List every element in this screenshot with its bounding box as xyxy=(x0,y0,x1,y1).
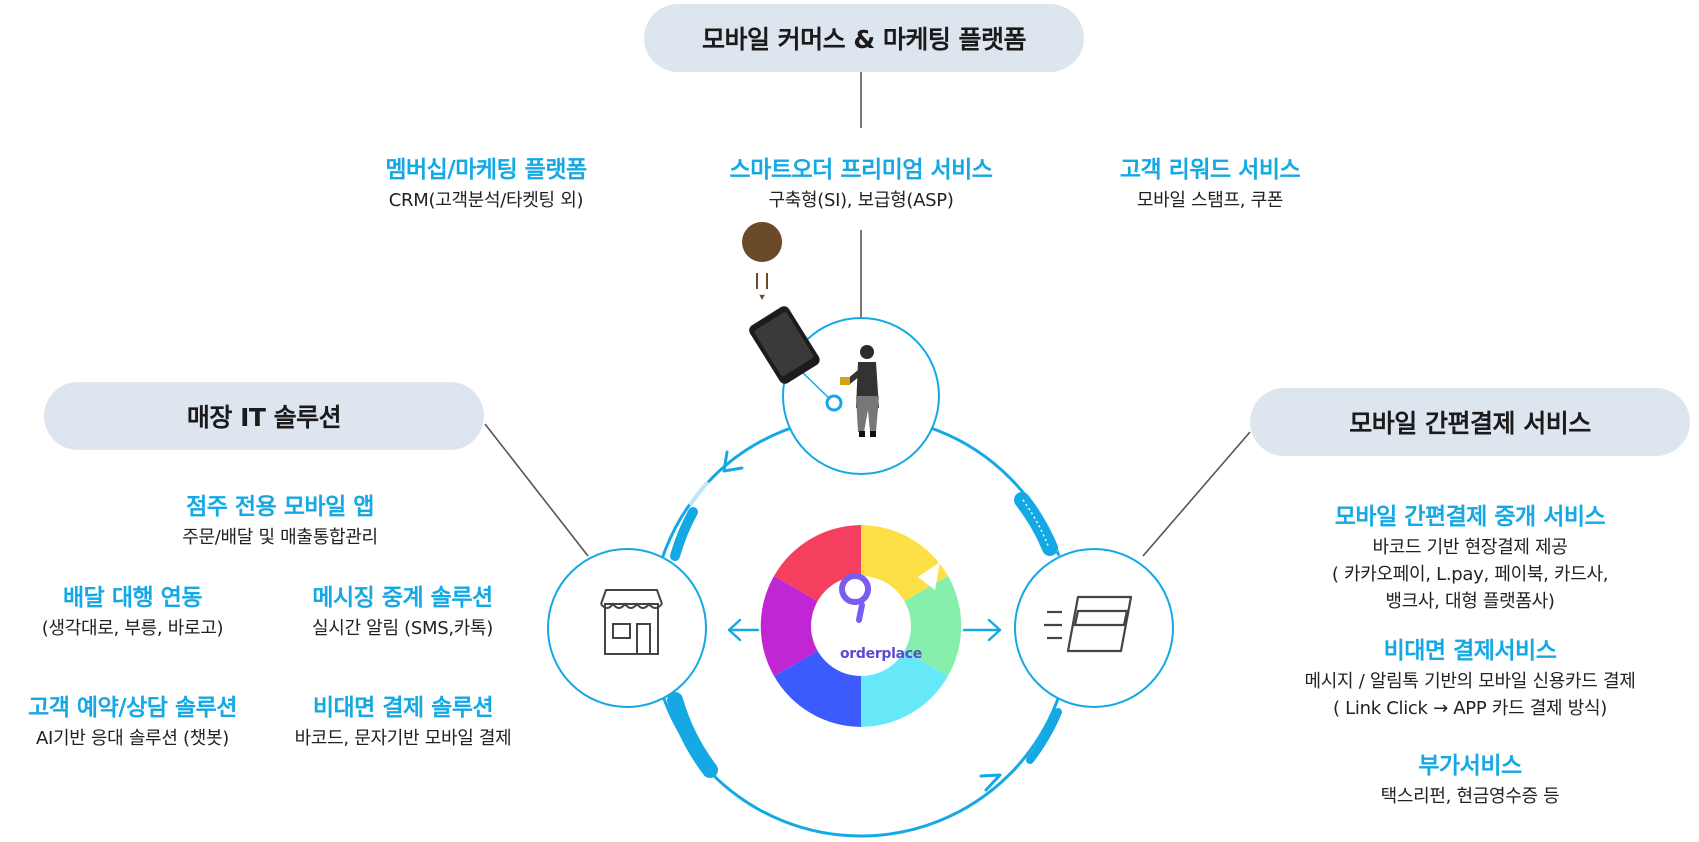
service-title: 스마트오더 프리미엄 서비스 xyxy=(729,157,993,183)
header-store-it: 매장 IT 솔루션 xyxy=(44,382,484,450)
service-delivery: 배달 대행 연동 (생각대로, 부릉, 바로고) xyxy=(0,578,265,642)
service-reward: 고객 리워드 서비스 모바일 스탬프, 쿠폰 xyxy=(1060,150,1360,214)
service-desc: 주문/배달 및 매출통합관리 xyxy=(182,527,378,548)
header-mobile-payment: 모바일 간편결제 서비스 xyxy=(1250,388,1690,456)
orderplace-logo xyxy=(760,525,962,727)
service-title: 배달 대행 연동 xyxy=(63,585,202,611)
service-desc: AI기반 응대 솔루션 (챗봇) xyxy=(35,728,230,749)
service-title: 비대면 결제 솔루션 xyxy=(312,695,494,721)
orderplace-logo-text: orderplace xyxy=(839,646,922,662)
connector-lines xyxy=(484,72,1251,557)
service-payment-relay: 모바일 간편결제 중개 서비스 바코드 기반 현장결제 제공 ( 카카오페이, … xyxy=(1250,497,1690,615)
store-node xyxy=(547,548,707,708)
service-desc: 실시간 알림 (SMS,카톡) xyxy=(311,618,493,639)
service-desc: 구축형(SI), 보급형(ASP) xyxy=(768,190,954,211)
service-desc: (생각대로, 부릉, 바로고) xyxy=(41,618,224,639)
service-desc: CRM(고객분석/타켓팅 외) xyxy=(388,190,584,211)
service-title: 모바일 간편결제 중개 서비스 xyxy=(1334,504,1606,530)
service-title: 부가서비스 xyxy=(1418,753,1522,779)
service-contactless-payment: 비대면 결제서비스 메시지 / 알림톡 기반의 모바일 신용카드 결제 ( Li… xyxy=(1250,631,1690,722)
service-desc: 모바일 스탬프, 쿠폰 xyxy=(1136,190,1284,211)
service-membership: 멤버십/마케팅 플랫폼 CRM(고객분석/타켓팅 외) xyxy=(336,150,636,214)
service-reservation: 고객 예약/상담 솔루션 AI기반 응대 솔루션 (챗봇) xyxy=(0,688,265,752)
service-desc-line: 메시지 / 알림톡 기반의 모바일 신용카드 결제 xyxy=(1304,671,1636,692)
service-desc-line: 바코드 기반 현장결제 제공 xyxy=(1372,537,1568,558)
service-messaging: 메시징 중계 솔루션 실시간 알림 (SMS,카톡) xyxy=(270,578,535,642)
pin-icon xyxy=(742,222,783,300)
service-title: 점주 전용 모바일 앱 xyxy=(186,494,374,520)
service-title: 고객 리워드 서비스 xyxy=(1119,157,1301,183)
service-title: 고객 예약/상담 솔루션 xyxy=(28,695,237,721)
service-title: 멤버십/마케팅 플랫폼 xyxy=(385,157,587,183)
service-title: 메시징 중계 솔루션 xyxy=(312,585,493,611)
service-desc-line: ( 카카오페이, L.pay, 페이북, 카드사, xyxy=(1331,564,1609,585)
service-extra: 부가서비스 택스리펀, 현금영수증 등 xyxy=(1250,746,1690,810)
service-title: 비대면 결제서비스 xyxy=(1383,638,1557,664)
service-contactless-pay: 비대면 결제 솔루션 바코드, 문자기반 모바일 결제 xyxy=(268,688,538,752)
service-desc-line: 택스리펀, 현금영수증 등 xyxy=(1380,786,1560,807)
service-desc-line: 뱅크사, 대형 플랫폼사) xyxy=(1385,591,1555,612)
header-mobile-commerce: 모바일 커머스 & 마케팅 플랫폼 xyxy=(644,4,1084,72)
service-owner-app: 점주 전용 모바일 앱 주문/배달 및 매출통합관리 xyxy=(120,487,440,551)
service-desc-line: ( Link Click → APP 카드 결제 방식) xyxy=(1333,698,1607,719)
service-desc: 바코드, 문자기반 모바일 결제 xyxy=(294,728,512,749)
service-smart-order: 스마트오더 프리미엄 서비스 구축형(SI), 보급형(ASP) xyxy=(696,150,1026,214)
payment-node xyxy=(1014,548,1174,708)
